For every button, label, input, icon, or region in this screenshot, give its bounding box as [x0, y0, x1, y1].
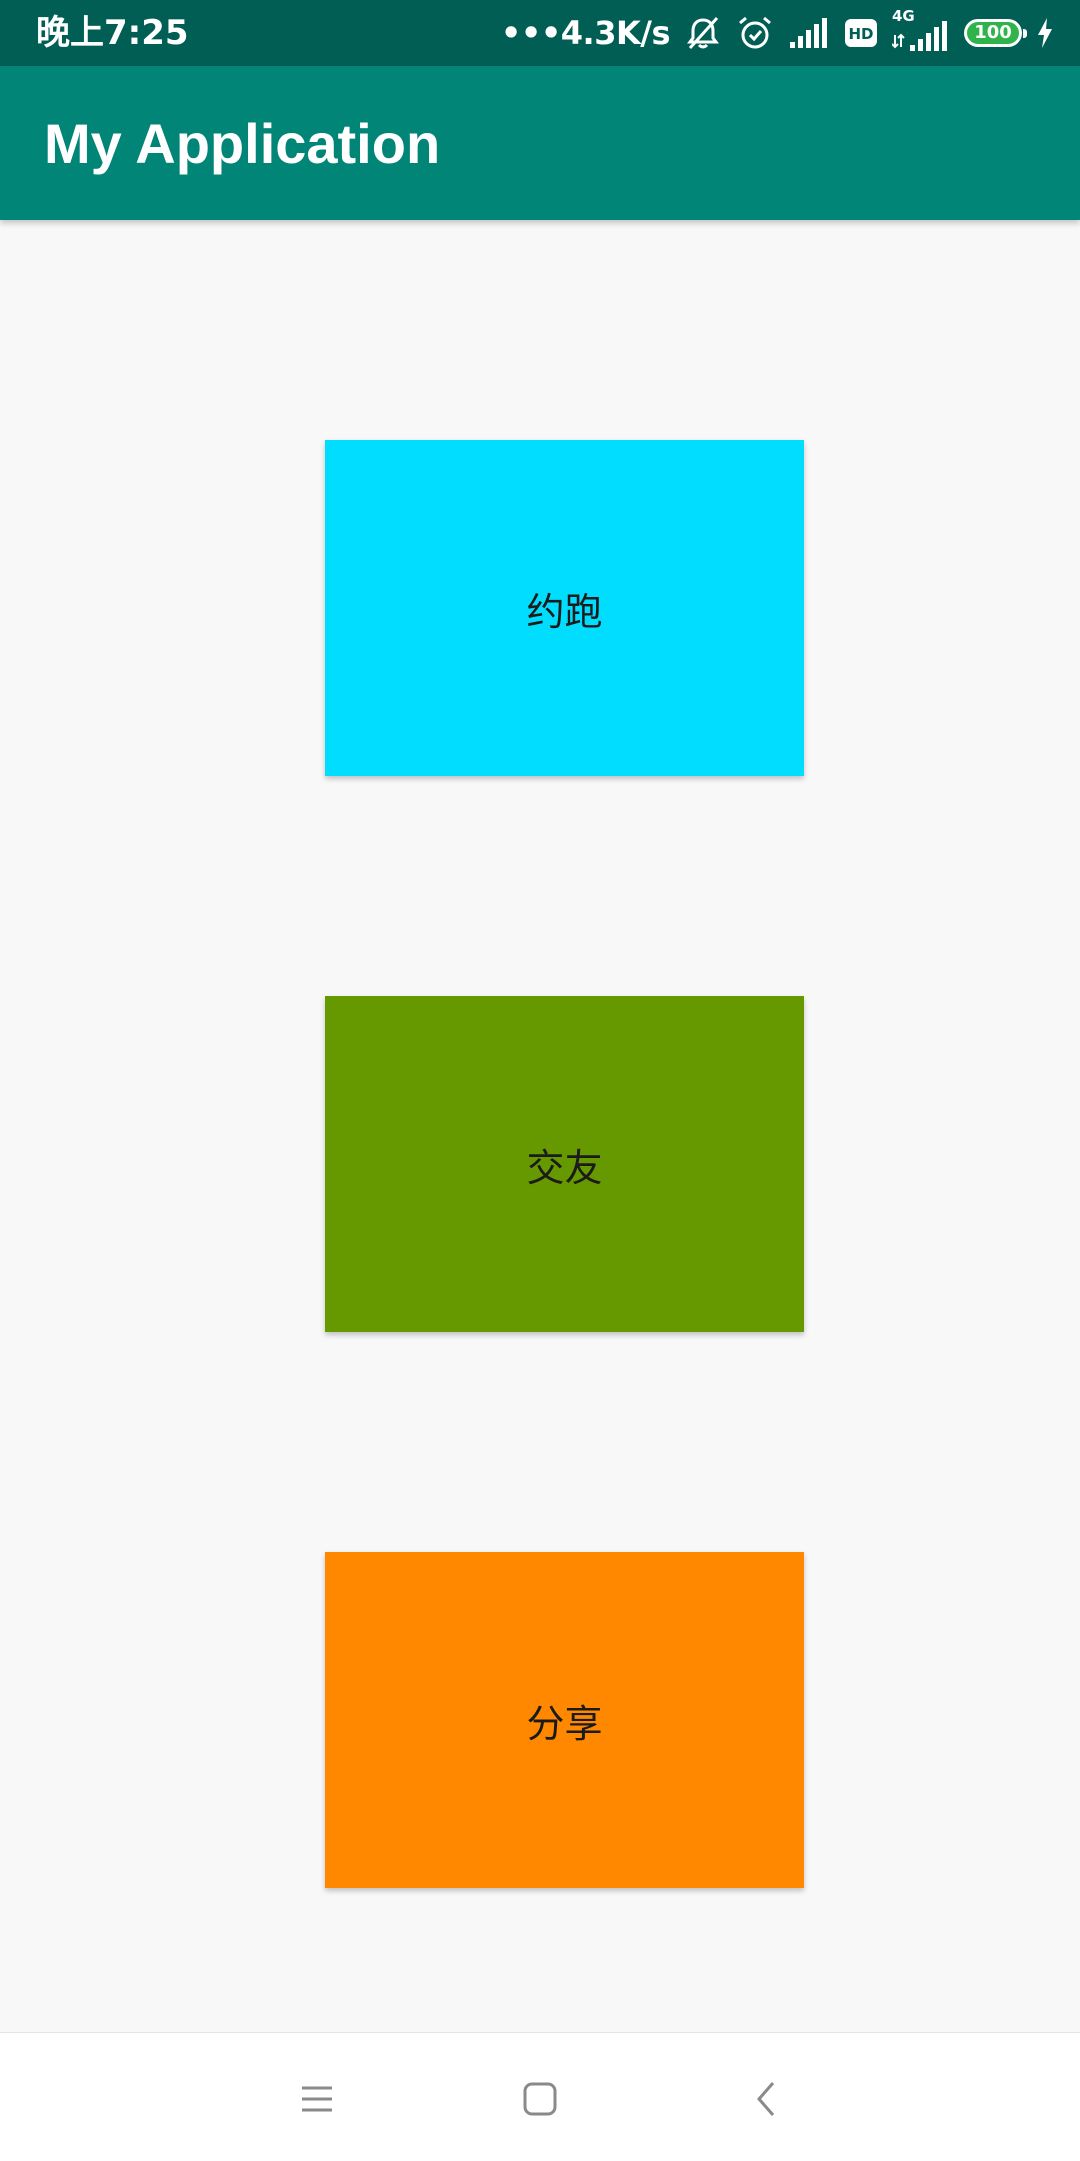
home-icon — [523, 2082, 557, 2116]
run-together-label: 约跑 — [526, 589, 603, 634]
home-button[interactable] — [512, 2071, 568, 2127]
app-bar: My Application — [0, 66, 1080, 220]
signal-icon — [790, 18, 827, 48]
status-time: 晚上7:25 — [36, 13, 189, 53]
menu-icon — [302, 2086, 332, 2112]
run-together-button[interactable]: 约跑 — [325, 440, 804, 776]
make-friends-label: 交友 — [526, 1145, 603, 1190]
signal-4g-icon: 4G — [892, 7, 950, 53]
status-icons: •••4.3K/s HD 4G 100 — [500, 7, 1054, 57]
charging-icon — [1038, 18, 1052, 48]
svg-text:HD: HD — [848, 25, 873, 43]
alarm-icon — [739, 16, 771, 49]
network-speed: •••4.3K/s — [500, 14, 671, 52]
hd-icon: HD — [845, 19, 877, 47]
mute-vibrate-icon — [687, 16, 719, 50]
app-title: My Application — [44, 112, 441, 175]
make-friends-button[interactable]: 交友 — [325, 996, 804, 1332]
back-button[interactable] — [738, 2071, 794, 2127]
battery-tip — [1023, 29, 1027, 38]
battery-icon: 100 — [964, 19, 1027, 47]
battery-level: 100 — [974, 22, 1012, 43]
navigation-bar — [0, 2032, 1080, 2161]
back-icon — [757, 2082, 775, 2116]
share-label: 分享 — [526, 1701, 603, 1746]
share-button[interactable]: 分享 — [325, 1552, 804, 1888]
status-bar: 晚上7:25 •••4.3K/s HD 4G 100 — [0, 0, 1080, 66]
recent-apps-button[interactable] — [289, 2071, 345, 2127]
